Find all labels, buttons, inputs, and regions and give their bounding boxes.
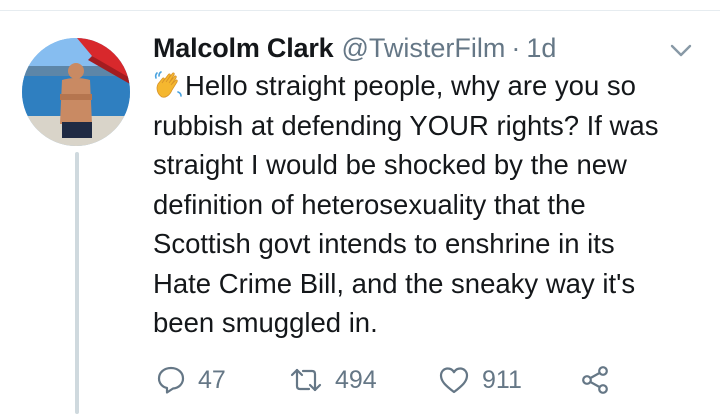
tweet-text-line: rubbish at defending YOUR rights? If was <box>153 109 659 141</box>
avatar-photo <box>22 38 130 146</box>
tweet-text-line: been smuggled in. <box>153 307 378 338</box>
tweet-text: Hello straight people, why are you so ru… <box>153 66 693 343</box>
tweet-header: Malcolm Clark @TwisterFilm · 1d <box>153 30 693 66</box>
tweet-content: Malcolm Clark @TwisterFilm · 1d Hello st… <box>153 30 693 343</box>
retweet-icon <box>290 368 322 392</box>
share-icon <box>582 366 608 394</box>
reply-button[interactable]: 47 <box>156 358 226 402</box>
reply-count: 47 <box>198 365 226 394</box>
share-button[interactable] <box>580 358 612 402</box>
tweet-text-line: Scottish govt intends to enshrine in its <box>153 228 615 259</box>
retweet-count: 494 <box>335 365 377 394</box>
timestamp[interactable]: 1d <box>526 30 556 66</box>
reply-icon <box>157 366 185 394</box>
tweet-text-line: Hate Crime Bill, and the sneaky way it's <box>153 267 636 299</box>
retweet-button[interactable]: 494 <box>289 358 377 402</box>
tweet-text-line: straight I would be shocked by the new <box>153 149 627 180</box>
avatar[interactable] <box>22 38 130 146</box>
separator-dot: · <box>511 33 521 63</box>
tweet-card[interactable]: Malcolm Clark @TwisterFilm · 1d Hello st… <box>0 0 720 414</box>
author-name[interactable]: Malcolm Clark <box>153 30 334 66</box>
like-count: 911 <box>482 365 522 394</box>
waving-hand-emoji <box>154 71 182 98</box>
tweet-text-segment: Hello straight people, why are you so <box>185 70 636 101</box>
heart-icon <box>439 367 469 394</box>
thread-line <box>75 152 79 414</box>
tweet-actions: 47 494 911 <box>153 358 623 402</box>
tweet-text-line: definition of heterosexuality that the <box>153 188 586 220</box>
tweet-text-line: Hello straight people, why are you so <box>153 66 693 106</box>
like-button[interactable]: 911 <box>438 358 522 402</box>
chevron-down-icon[interactable] <box>667 36 695 64</box>
divider <box>0 10 720 11</box>
author-handle[interactable]: @TwisterFilm <box>341 30 505 66</box>
